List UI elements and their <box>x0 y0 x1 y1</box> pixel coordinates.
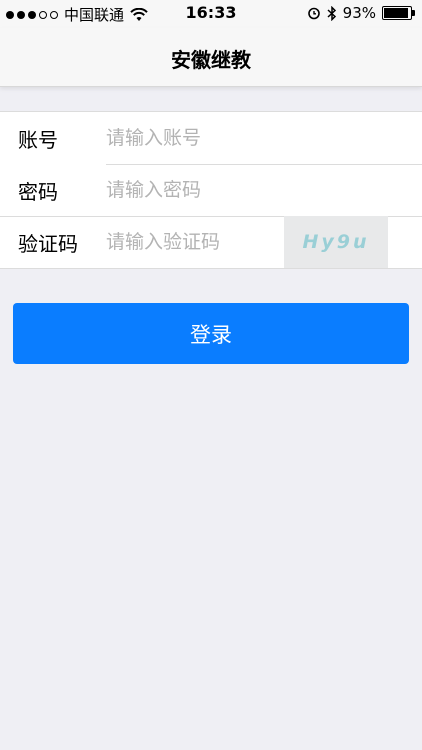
battery-icon <box>382 6 415 20</box>
page-title: 安徽继教 <box>171 48 251 72</box>
status-right: 93% <box>307 4 415 22</box>
login-button[interactable]: 登录 <box>13 303 409 364</box>
account-label: 账号 <box>18 127 58 152</box>
captcha-row: 验证码 Hy9u <box>0 216 422 268</box>
battery-percent: 93% <box>342 4 376 22</box>
navigation-bar: 安徽继教 <box>0 28 422 87</box>
status-bar: 中国联通 16:33 93% <box>0 0 422 28</box>
captcha-label: 验证码 <box>18 231 78 256</box>
captcha-image[interactable]: Hy9u <box>284 216 388 268</box>
account-row: 账号 <box>0 112 422 164</box>
password-label: 密码 <box>18 179 58 204</box>
password-row: 密码 <box>0 164 422 216</box>
password-input[interactable] <box>106 179 422 201</box>
login-form: 账号 密码 验证码 Hy9u <box>0 111 422 269</box>
captcha-input[interactable] <box>106 231 276 253</box>
alarm-icon <box>307 6 321 20</box>
bluetooth-icon <box>327 5 337 21</box>
account-input[interactable] <box>106 127 422 149</box>
